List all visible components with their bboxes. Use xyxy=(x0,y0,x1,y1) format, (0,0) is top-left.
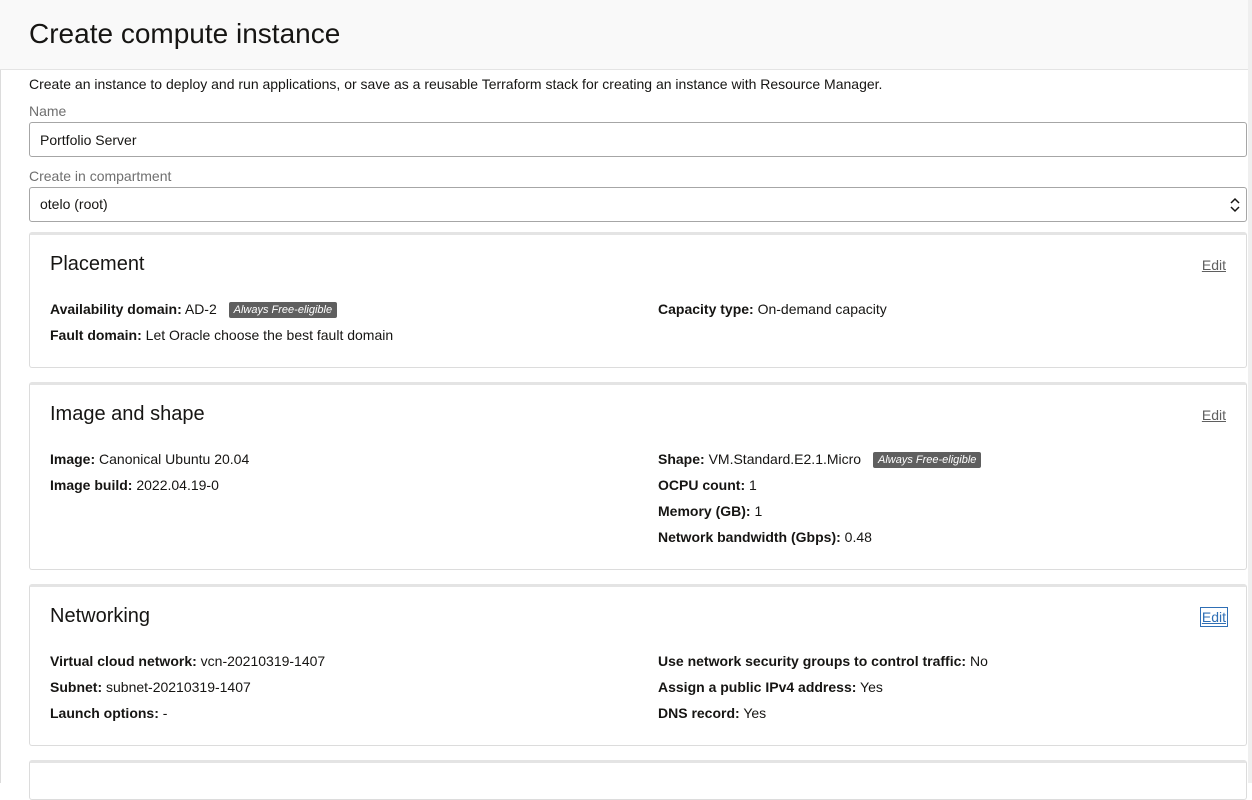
placement-title: Placement xyxy=(50,253,145,275)
left-divider xyxy=(0,70,1,783)
capacity-type-row: Capacity type: On-demand capacity xyxy=(658,301,887,317)
public-ip-key: Assign a public IPv4 address: xyxy=(658,679,857,695)
nsg-value: No xyxy=(969,653,988,669)
subnet-key: Subnet: xyxy=(50,679,103,695)
compartment-label: Create in compartment xyxy=(29,168,172,184)
dns-row: DNS record: Yes xyxy=(658,705,766,721)
image-shape-edit-link[interactable]: Edit xyxy=(1202,407,1226,423)
networking-edit-link[interactable]: Edit xyxy=(1199,607,1229,627)
name-label: Name xyxy=(29,103,67,119)
launch-options-value: - xyxy=(162,705,168,721)
capacity-type-key: Capacity type: xyxy=(658,301,754,317)
public-ip-value: Yes xyxy=(860,679,883,695)
main-content: Create an instance to deploy and run app… xyxy=(0,70,1252,800)
select-arrows-icon xyxy=(1230,197,1240,213)
capacity-type-value: On-demand capacity xyxy=(757,301,887,317)
nsg-row: Use network security groups to control t… xyxy=(658,653,988,669)
shape-row: Shape: VM.Standard.E2.1.Micro Always Fre… xyxy=(658,451,982,468)
networking-title: Networking xyxy=(50,605,151,627)
free-eligible-badge: Always Free-eligible xyxy=(228,302,338,318)
launch-options-row: Launch options: - xyxy=(50,705,167,721)
placement-panel: Placement Edit Availability domain: AD-2… xyxy=(29,232,1247,368)
subnet-row: Subnet: subnet-20210319-1407 xyxy=(50,679,251,695)
placement-edit-link[interactable]: Edit xyxy=(1202,257,1226,273)
networking-panel: Networking Edit Virtual cloud network: v… xyxy=(29,584,1247,746)
bandwidth-value: 0.48 xyxy=(844,529,872,545)
image-build-value: 2022.04.19-0 xyxy=(136,477,219,493)
fault-domain-key: Fault domain: xyxy=(50,327,142,343)
image-shape-panel: Image and shape Edit Image: Canonical Ub… xyxy=(29,382,1247,570)
public-ip-row: Assign a public IPv4 address: Yes xyxy=(658,679,883,695)
page-header: Create compute instance xyxy=(0,0,1252,70)
image-build-key: Image build: xyxy=(50,477,133,493)
fault-domain-row: Fault domain: Let Oracle choose the best… xyxy=(50,327,393,343)
ocpu-key: OCPU count: xyxy=(658,477,746,493)
shape-key: Shape: xyxy=(658,451,705,467)
bandwidth-row: Network bandwidth (Gbps): 0.48 xyxy=(658,529,872,545)
availability-domain-value: AD-2 xyxy=(184,301,217,317)
page-description: Create an instance to deploy and run app… xyxy=(29,76,883,92)
ocpu-row: OCPU count: 1 xyxy=(658,477,757,493)
scrollbar-track[interactable] xyxy=(1248,0,1252,783)
image-row: Image: Canonical Ubuntu 20.04 xyxy=(50,451,249,467)
memory-key: Memory (GB): xyxy=(658,503,751,519)
image-key: Image: xyxy=(50,451,96,467)
subnet-value: subnet-20210319-1407 xyxy=(106,679,251,695)
fault-domain-value: Let Oracle choose the best fault domain xyxy=(145,327,394,343)
memory-value: 1 xyxy=(754,503,763,519)
image-value: Canonical Ubuntu 20.04 xyxy=(99,451,250,467)
image-shape-title: Image and shape xyxy=(50,403,205,425)
vcn-row: Virtual cloud network: vcn-20210319-1407 xyxy=(50,653,325,669)
vcn-key: Virtual cloud network: xyxy=(50,653,197,669)
compartment-select[interactable]: otelo (root) xyxy=(29,187,1247,222)
dns-key: DNS record: xyxy=(658,705,740,721)
launch-options-key: Launch options: xyxy=(50,705,159,721)
availability-domain-key: Availability domain: xyxy=(50,301,182,317)
vcn-value: vcn-20210319-1407 xyxy=(200,653,326,669)
bandwidth-key: Network bandwidth (Gbps): xyxy=(658,529,841,545)
dns-value: Yes xyxy=(743,705,767,721)
compartment-select-value: otelo (root) xyxy=(40,196,108,212)
name-input[interactable] xyxy=(29,122,1247,157)
next-panel xyxy=(29,760,1247,800)
ocpu-value: 1 xyxy=(749,477,757,493)
availability-domain-row: Availability domain: AD-2 Always Free-el… xyxy=(50,301,338,318)
shape-value: VM.Standard.E2.1.Micro xyxy=(708,451,862,467)
image-build-row: Image build: 2022.04.19-0 xyxy=(50,477,219,493)
nsg-key: Use network security groups to control t… xyxy=(658,653,967,669)
memory-row: Memory (GB): 1 xyxy=(658,503,762,519)
page-title: Create compute instance xyxy=(29,18,341,49)
free-eligible-badge: Always Free-eligible xyxy=(872,452,982,468)
